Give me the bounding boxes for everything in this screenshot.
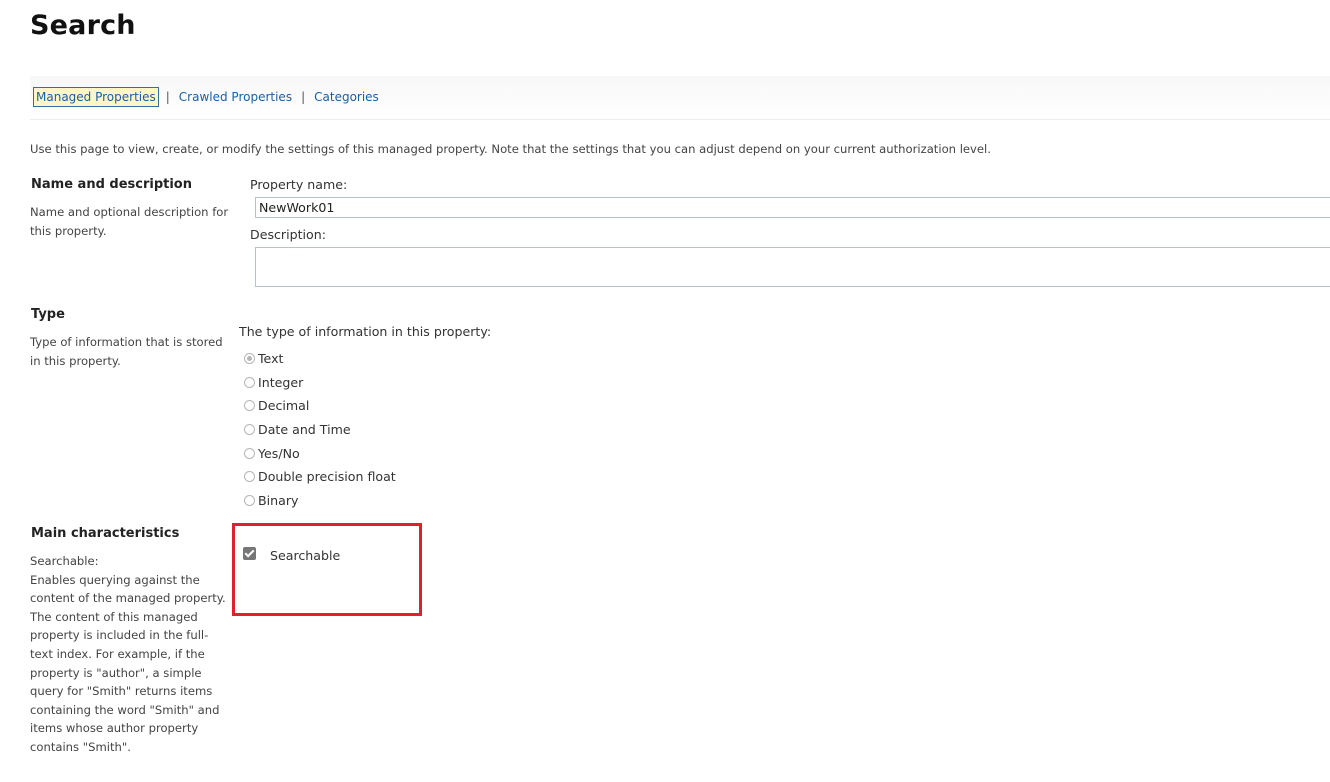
radio-button[interactable]	[244, 353, 255, 365]
type-option-date-and-time[interactable]: Date and Time	[244, 418, 396, 442]
radio-button[interactable]	[244, 471, 255, 483]
type-section-title: Type	[31, 307, 65, 322]
tab-crawled-properties[interactable]: Crawled Properties	[177, 87, 294, 107]
page-title: Search	[30, 10, 136, 41]
name-section-title: Name and description	[31, 177, 192, 192]
tab-separator: |	[301, 90, 306, 104]
radio-label: Binary	[258, 492, 299, 508]
type-option-decimal[interactable]: Decimal	[244, 394, 396, 418]
radio-button[interactable]	[244, 376, 255, 388]
name-section-description: Name and optional description for this p…	[30, 205, 229, 238]
radio-label: Yes/No	[258, 445, 300, 461]
searchable-checkbox-label[interactable]: Searchable	[270, 548, 340, 563]
type-option-double-precision-float[interactable]: Double precision float	[244, 465, 396, 489]
radio-button[interactable]	[244, 494, 255, 506]
description-label: Description:	[250, 227, 326, 242]
type-option-integer[interactable]: Integer	[244, 371, 396, 395]
tab-categories[interactable]: Categories	[312, 87, 381, 107]
radio-button[interactable]	[244, 447, 255, 459]
page: Search Managed Properties | Crawled Prop…	[0, 0, 1330, 782]
radio-label: Decimal	[258, 398, 310, 414]
tab-managed-properties[interactable]: Managed Properties	[33, 87, 159, 107]
searchable-description: Enables querying against the content of …	[30, 572, 226, 754]
main-section-title: Main characteristics	[31, 526, 180, 541]
type-prompt: The type of information in this property…	[239, 324, 492, 339]
tab-list: Managed Properties | Crawled Properties …	[33, 87, 381, 107]
radio-button[interactable]	[244, 424, 255, 436]
intro-text: Use this page to view, create, or modify…	[30, 142, 991, 156]
type-option-text[interactable]: Text	[244, 347, 396, 371]
property-name-label: Property name:	[250, 177, 348, 192]
property-name-input[interactable]	[255, 197, 1330, 218]
searchable-checkbox[interactable]	[243, 547, 256, 560]
radio-button[interactable]	[244, 400, 255, 412]
tab-bar: Managed Properties | Crawled Properties …	[30, 76, 1330, 120]
radio-label: Double precision float	[258, 469, 396, 485]
tab-separator: |	[165, 90, 170, 104]
type-radio-group: Text Integer Decimal Date and Time Yes/N…	[244, 347, 396, 512]
type-option-binary[interactable]: Binary	[244, 489, 396, 513]
highlight-box	[232, 523, 422, 616]
radio-label: Date and Time	[258, 422, 351, 438]
radio-label: Integer	[258, 374, 304, 390]
description-input[interactable]	[255, 247, 1330, 287]
type-section-description: Type of information that is stored in th…	[30, 335, 223, 368]
searchable-heading: Searchable:	[30, 554, 99, 568]
radio-label: Text	[258, 351, 284, 367]
main-section-description: Searchable: Enables querying against the…	[30, 552, 226, 757]
type-option-yes-no[interactable]: Yes/No	[244, 441, 396, 465]
